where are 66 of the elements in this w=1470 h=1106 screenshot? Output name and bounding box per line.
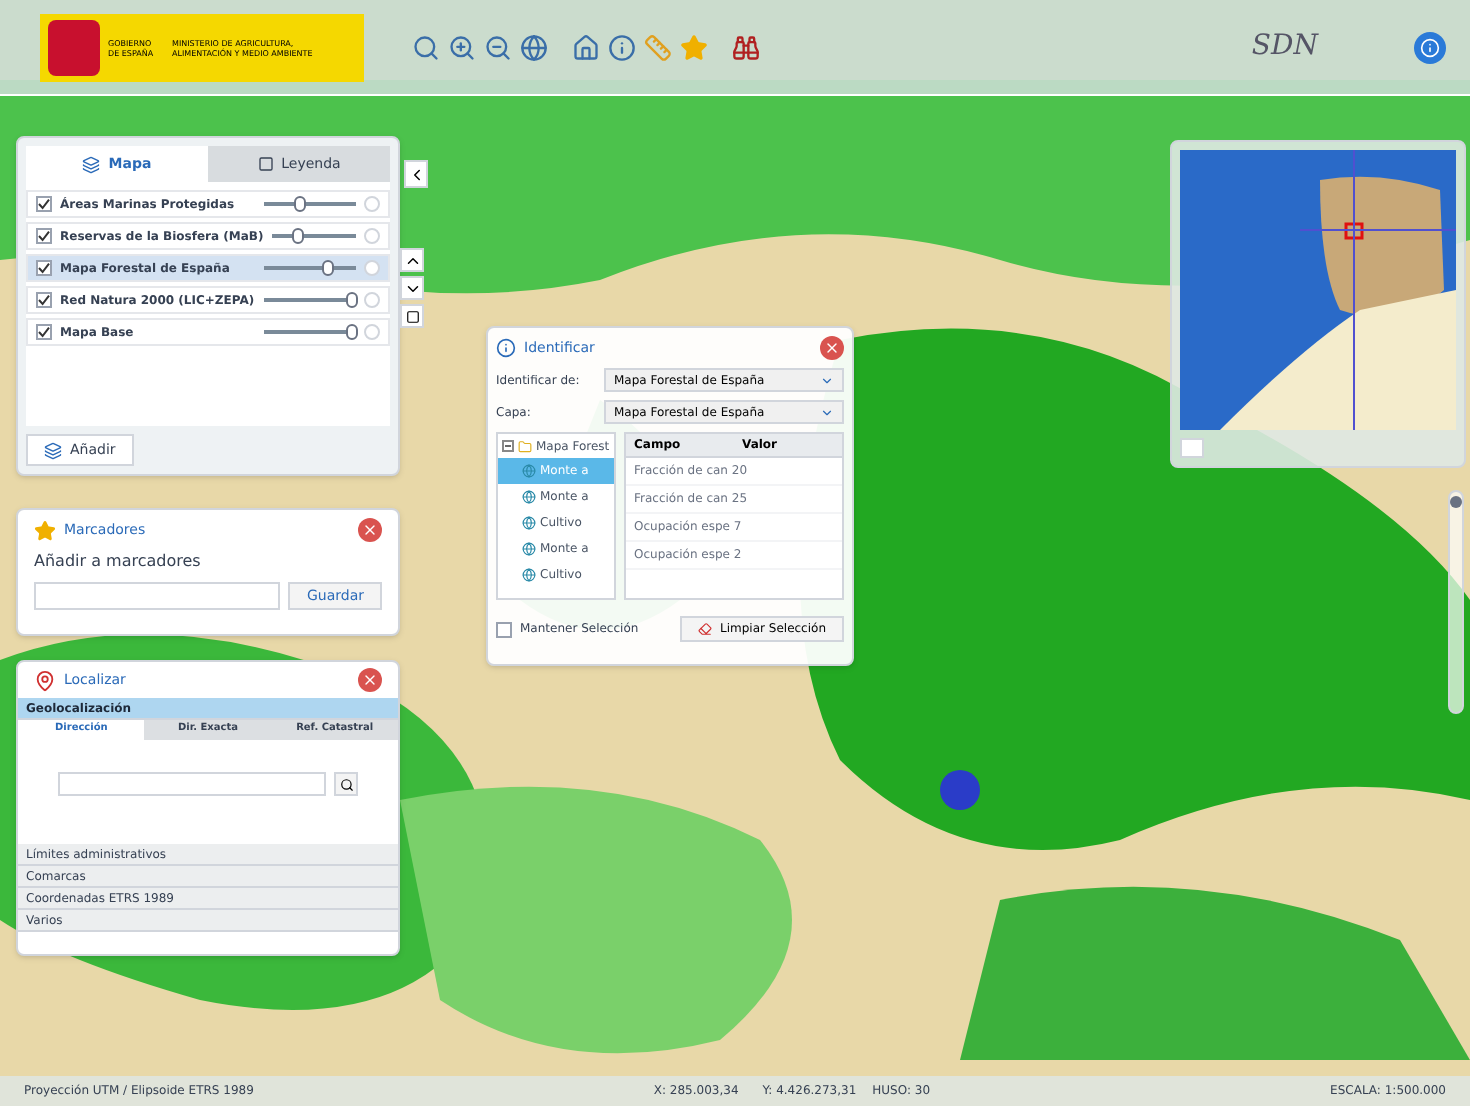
address-field[interactable] — [58, 772, 326, 796]
checkmark-icon — [38, 230, 50, 242]
slider-thumb[interactable] — [294, 196, 307, 212]
search-icon — [339, 777, 353, 791]
zoom-area-icon[interactable] — [412, 33, 440, 61]
layer-checkbox[interactable] — [36, 196, 52, 212]
feature-icon — [522, 542, 536, 556]
close-icon — [362, 672, 378, 688]
close-button[interactable] — [358, 518, 382, 542]
checkmark-icon — [38, 326, 50, 338]
opacity-slider[interactable] — [264, 292, 356, 308]
close-icon — [362, 522, 378, 538]
feature-icon — [522, 516, 536, 530]
feature-icon — [522, 464, 536, 478]
info-icon — [1420, 37, 1440, 57]
search-button[interactable] — [334, 772, 358, 796]
close-button[interactable] — [820, 336, 844, 360]
collapse-button[interactable] — [404, 160, 428, 188]
checkmark-icon — [38, 262, 50, 274]
star-icon[interactable] — [680, 33, 708, 61]
square-icon — [405, 309, 419, 323]
layer-checkbox[interactable] — [36, 324, 52, 340]
scroll-up-button[interactable] — [400, 248, 424, 272]
layers-icon — [44, 441, 62, 459]
info-icon[interactable] — [608, 33, 636, 61]
close-icon — [824, 340, 840, 356]
zoom-slider-track[interactable] — [1448, 490, 1464, 714]
binoculars-icon[interactable] — [732, 33, 760, 61]
feature-icon — [522, 568, 536, 582]
zoom-out-icon[interactable] — [484, 33, 512, 61]
bookmark-name-field[interactable] — [34, 582, 281, 610]
layer-checkbox[interactable] — [36, 228, 52, 244]
legend-icon — [257, 156, 274, 172]
info-icon — [496, 338, 516, 358]
scroll-down-button[interactable] — [400, 276, 424, 300]
slider-thumb[interactable] — [345, 292, 358, 308]
keep-selection-checkbox[interactable] — [496, 621, 512, 637]
feature-icon — [522, 490, 536, 504]
opacity-slider[interactable] — [264, 196, 356, 212]
home-icon[interactable] — [572, 33, 600, 61]
checkmark-icon — [38, 294, 50, 306]
zoom-slider-thumb[interactable] — [1450, 496, 1462, 509]
pin-icon — [34, 669, 56, 691]
layers-icon — [82, 155, 101, 173]
toggle-button[interactable] — [400, 304, 424, 328]
globe-icon[interactable] — [520, 33, 548, 61]
overview-toggle-button[interactable] — [1180, 438, 1204, 458]
slider-thumb[interactable] — [345, 324, 358, 340]
slider-thumb[interactable] — [322, 260, 335, 276]
layer-checkbox[interactable] — [36, 292, 52, 308]
star-icon — [34, 519, 56, 541]
help-button[interactable] — [1414, 31, 1446, 63]
close-button[interactable] — [358, 668, 382, 692]
overview-map-drawing[interactable] — [1180, 150, 1456, 430]
collapse-icon[interactable] — [502, 440, 514, 452]
layer-checkbox[interactable] — [36, 260, 52, 276]
bookmarks-label: Añadir a marcadores — [34, 550, 203, 574]
eraser-icon — [698, 622, 713, 636]
opacity-slider[interactable] — [264, 260, 356, 276]
opacity-slider[interactable] — [271, 228, 357, 244]
folder-icon — [518, 439, 532, 453]
zoom-in-icon[interactable] — [448, 33, 476, 61]
slider-thumb[interactable] — [291, 228, 304, 244]
checkmark-icon — [38, 198, 50, 210]
opacity-slider[interactable] — [264, 324, 356, 340]
brand-logo: SDN — [1251, 28, 1318, 66]
